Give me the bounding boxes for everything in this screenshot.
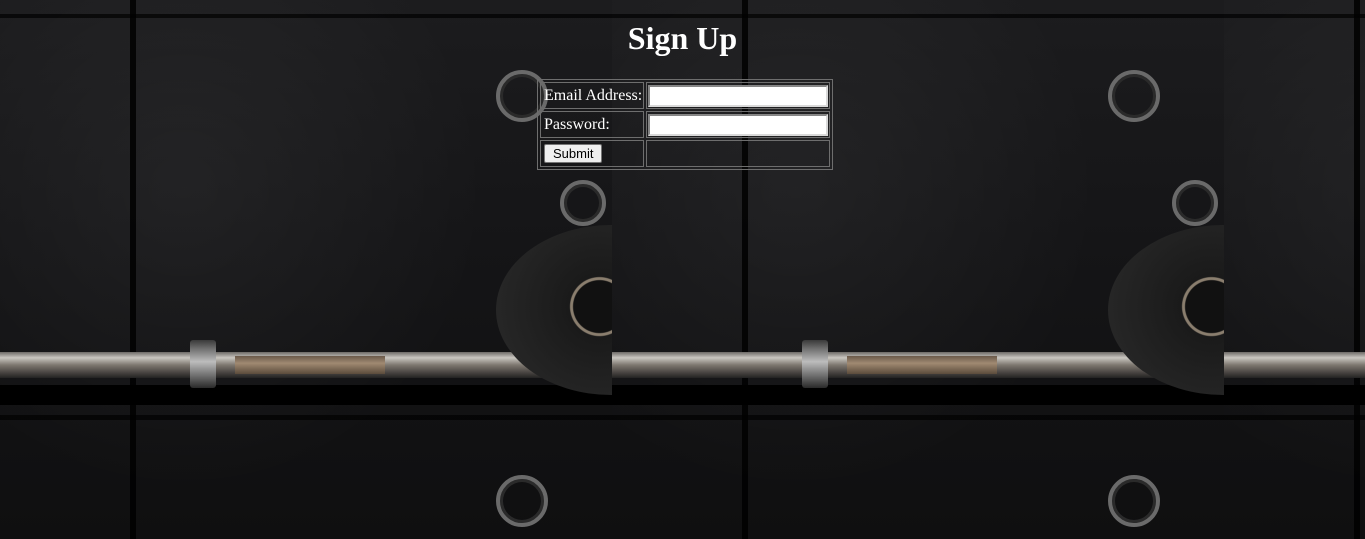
email-field[interactable] (648, 84, 829, 107)
password-label: Password: (540, 111, 645, 138)
password-row: Password: (540, 111, 831, 138)
page: Sign Up Email Address: Password: Submit (0, 0, 1365, 539)
password-field[interactable] (648, 113, 829, 136)
email-label: Email Address: (540, 82, 645, 109)
submit-row: Submit (540, 140, 831, 167)
empty-cell (646, 140, 831, 167)
content: Sign Up Email Address: Password: Submit (0, 0, 1365, 539)
submit-cell: Submit (540, 140, 645, 167)
email-row: Email Address: (540, 82, 831, 109)
page-title: Sign Up (627, 20, 738, 56)
password-cell (646, 111, 831, 138)
signup-form: Email Address: Password: Submit (537, 79, 834, 170)
email-cell (646, 82, 831, 109)
submit-button[interactable]: Submit (544, 144, 603, 163)
